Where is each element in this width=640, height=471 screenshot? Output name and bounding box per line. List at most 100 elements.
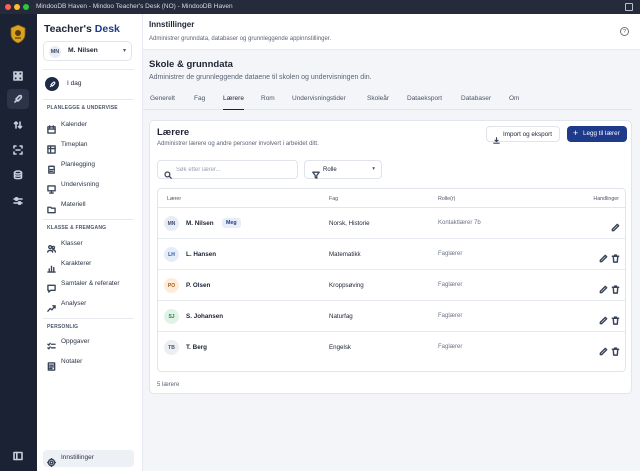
- tab-laerere[interactable]: Lærere: [223, 95, 244, 110]
- delete-trash-icon[interactable]: [611, 281, 620, 294]
- import-export-button[interactable]: Import og eksport: [486, 126, 560, 144]
- teacher-name: M. Nilsen: [186, 220, 214, 227]
- delete-trash-icon[interactable]: [611, 312, 620, 325]
- divider: [43, 69, 134, 70]
- delete-trash-icon[interactable]: [611, 343, 620, 356]
- table-row[interactable]: LH L. Hansen Matematikk Faglærer: [158, 239, 625, 270]
- card-subtitle: Administrer lærere og andre personer inv…: [157, 141, 319, 147]
- sidebar-toggle-icon[interactable]: [7, 446, 29, 466]
- filter-icon: [312, 166, 320, 179]
- main-content: Innstillinger Administrer grunndata, dat…: [143, 14, 640, 471]
- teachers-table: Lærer Fag Rolle(r) Handlinger MN M. Nils…: [157, 188, 626, 372]
- maximize-window-button[interactable]: [23, 4, 29, 10]
- edit-pencil-icon[interactable]: [599, 281, 608, 294]
- delete-trash-icon[interactable]: [611, 250, 620, 263]
- section-title: Skole & grunndata: [149, 59, 233, 70]
- teacher-role: Faglærer: [438, 251, 463, 257]
- note-icon: [47, 358, 56, 371]
- card-title: Lærere: [157, 127, 190, 138]
- teacher-count: 5 lærere: [157, 382, 180, 388]
- teacher-role: Faglærer: [438, 313, 463, 319]
- today-button[interactable]: I dag: [43, 74, 134, 94]
- sidebar: Teacher's Desk MN M. Nilsen ▾ I dag PLAN…: [37, 14, 143, 471]
- window-titlebar: MindooDB Haven - Mindoo Teacher's Desk (…: [0, 0, 640, 14]
- teacher-role: Faglærer: [438, 282, 463, 288]
- nav-item-notater[interactable]: Notater: [43, 354, 134, 371]
- divider: [43, 219, 134, 220]
- brand-logo: Teacher's Desk: [44, 23, 120, 35]
- presentation-icon: [47, 181, 56, 194]
- search-field: [157, 160, 298, 179]
- column-header-teacher: Lærer: [167, 196, 182, 202]
- divider: [43, 99, 134, 100]
- settings-tabs: Generelt Fag Lærere Rom Undervisningstid…: [143, 92, 632, 110]
- analytics-icon: [47, 300, 56, 312]
- teacher-subject: Matematikk: [329, 251, 361, 258]
- tab-rom[interactable]: Rom: [261, 95, 275, 109]
- nav-item-kalender[interactable]: Kalender: [43, 117, 134, 134]
- database-icon[interactable]: [7, 165, 29, 185]
- nav-item-samtaler[interactable]: Samtaler & referater: [43, 276, 134, 293]
- page-subtitle: Administrer grunndata, databaser og grun…: [149, 36, 332, 42]
- search-input[interactable]: [176, 164, 291, 176]
- table-row[interactable]: SJ S. Johansen Naturfag Faglærer: [158, 301, 625, 332]
- teacher-avatar: TB: [164, 340, 179, 355]
- help-icon[interactable]: ?: [620, 27, 629, 36]
- role-filter-select[interactable]: Rolle ▾: [304, 160, 382, 179]
- scan-icon[interactable]: [7, 140, 29, 160]
- nav-item-planlegging[interactable]: Planlegging: [43, 157, 134, 174]
- nav-item-oppgaver[interactable]: Oppgaver: [43, 334, 134, 351]
- gear-icon: [46, 454, 57, 468]
- table-row[interactable]: TB T. Berg Engelsk Faglærer: [158, 332, 625, 363]
- nav-item-materiell[interactable]: Materiell: [43, 197, 134, 214]
- chevron-down-icon: ▾: [372, 166, 375, 172]
- users-icon: [47, 240, 57, 253]
- teacher-name: L. Hansen: [186, 251, 217, 258]
- nav-item-karakterer[interactable]: Karakterer: [43, 256, 134, 273]
- teacher-avatar: MN: [164, 216, 179, 231]
- calendar-icon: [47, 121, 56, 134]
- edit-pencil-icon[interactable]: [599, 312, 608, 325]
- teacher-avatar: PO: [164, 278, 179, 293]
- nav-item-klasser[interactable]: Klasser: [43, 236, 134, 253]
- teacher-role: Faglærer: [438, 344, 463, 350]
- nav-item-timeplan[interactable]: Timeplan: [43, 137, 134, 154]
- tab-dataeksport[interactable]: Dataeksport: [407, 95, 442, 109]
- dashboard-icon[interactable]: [7, 66, 29, 86]
- nav-item-innstillinger[interactable]: Innstillinger: [43, 450, 134, 468]
- nav-item-analyser[interactable]: Analyser: [43, 296, 134, 313]
- divider: [43, 318, 134, 319]
- tab-databaser[interactable]: Databaser: [461, 95, 491, 109]
- teacher-name: S. Johansen: [186, 313, 224, 320]
- minimize-window-button[interactable]: [14, 4, 20, 10]
- edit-pencil-icon[interactable]: [599, 343, 608, 356]
- chat-icon: [47, 280, 56, 293]
- section-label-class: KLASSE & FREMGANG: [47, 225, 107, 231]
- tab-generelt[interactable]: Generelt: [150, 95, 175, 109]
- teacher-name: P. Olsen: [186, 282, 211, 289]
- nav-item-undervisning[interactable]: Undervisning: [43, 177, 134, 194]
- table-row[interactable]: PO P. Olsen Kroppsøving Faglærer: [158, 270, 625, 301]
- sliders-icon[interactable]: [7, 191, 29, 211]
- table-row[interactable]: MN M. Nilsen Meg Norsk, Historie Kontakt…: [158, 208, 625, 239]
- rocket-icon: [45, 77, 59, 91]
- close-window-button[interactable]: [5, 4, 11, 10]
- chevron-down-icon: ▾: [122, 48, 126, 54]
- window-layout-icon[interactable]: [625, 3, 633, 11]
- edit-pencil-icon[interactable]: [599, 250, 608, 263]
- tab-om[interactable]: Om: [509, 95, 519, 109]
- plus-icon: +: [573, 128, 579, 138]
- user-switcher[interactable]: MN M. Nilsen ▾: [43, 41, 132, 61]
- clipboard-icon: [47, 161, 56, 174]
- tab-skolear[interactable]: Skoleår: [367, 95, 389, 109]
- tab-fag[interactable]: Fag: [194, 95, 205, 109]
- rocket-icon[interactable]: [7, 89, 29, 109]
- window-title: MindooDB Haven - Mindoo Teacher's Desk (…: [36, 3, 233, 10]
- teacher-subject: Engelsk: [329, 344, 352, 351]
- edit-pencil-icon[interactable]: [611, 219, 620, 232]
- sort-arrows-icon[interactable]: [7, 115, 29, 135]
- add-teacher-button[interactable]: + Legg til lærer: [567, 126, 627, 142]
- teachers-card: Lærere Administrer lærere og andre perso…: [149, 120, 632, 394]
- tab-undervisningstider[interactable]: Undervisningstider: [292, 95, 346, 109]
- download-icon: [493, 131, 500, 144]
